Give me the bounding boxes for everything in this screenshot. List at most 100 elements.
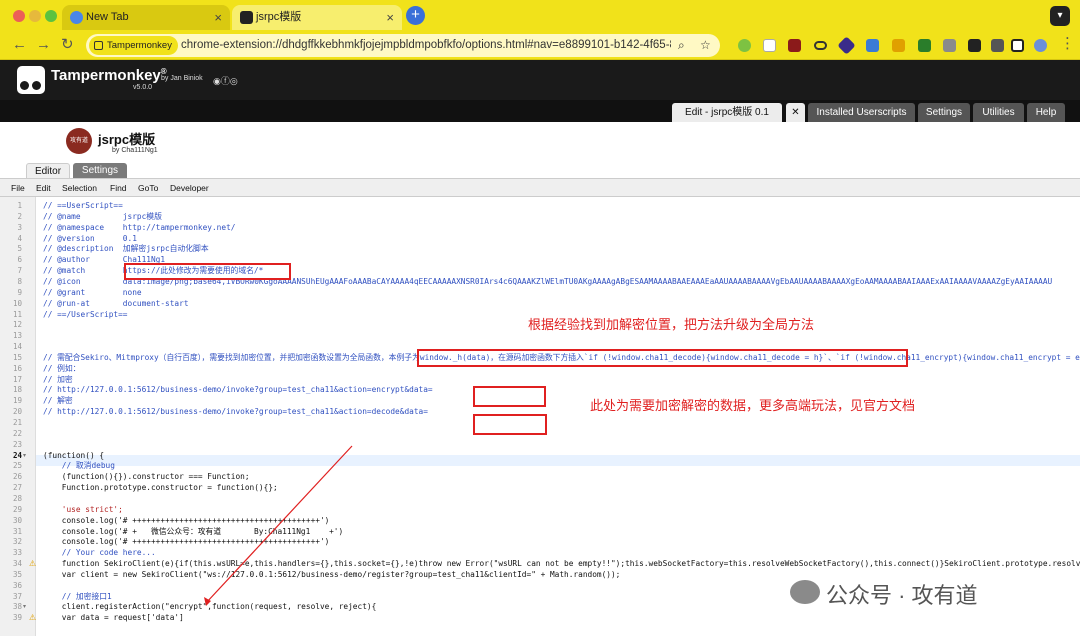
extension-icon-7[interactable] bbox=[892, 39, 905, 52]
code-line[interactable]: // http://127.0.0.1:5612/business-demo/i… bbox=[43, 384, 1080, 395]
link-icon[interactable] bbox=[814, 41, 827, 50]
minimize-window-button[interactable] bbox=[29, 10, 41, 22]
kebab-menu-icon[interactable]: ⋮ bbox=[1060, 35, 1075, 53]
line-number: 12 bbox=[12, 320, 22, 330]
line-number: 6 bbox=[17, 255, 22, 265]
forward-icon[interactable]: → bbox=[36, 36, 51, 54]
address-bar[interactable]: Tampermonkey chrome-extension://dhdgffkk… bbox=[86, 34, 720, 57]
script-icon: 攻有道 bbox=[66, 128, 92, 154]
line-number: 17 bbox=[12, 374, 22, 384]
line-number: 34 bbox=[12, 559, 22, 569]
line-number: 16 bbox=[12, 363, 22, 373]
profile-avatar[interactable] bbox=[1034, 39, 1047, 52]
line-number: 7 bbox=[17, 266, 22, 276]
code-line[interactable]: Function.prototype.constructor = functio… bbox=[43, 482, 1080, 493]
tab-installed-userscripts[interactable]: Installed Userscripts bbox=[808, 103, 915, 122]
code-line[interactable]: var data = request['data'] bbox=[43, 612, 1080, 623]
code-line[interactable]: console.log('# + 微信公众号：攻有道 By:Cha111Ng1 … bbox=[43, 526, 1080, 537]
code-line[interactable]: // @version 0.1 bbox=[43, 233, 1080, 244]
warning-icon[interactable]: ⚠ bbox=[29, 559, 36, 568]
line-number: 21 bbox=[12, 418, 22, 427]
code-line[interactable]: // Your code here... bbox=[43, 547, 1080, 558]
tab-label: jsrpc模版 bbox=[256, 11, 302, 23]
editor-sub-tabs: Editor Settings bbox=[0, 162, 1080, 178]
line-number: 24 bbox=[12, 450, 22, 460]
fold-toggle-icon[interactable]: ▾ bbox=[23, 452, 26, 459]
highlight-box-match bbox=[124, 263, 291, 280]
tab-script-settings[interactable]: Settings bbox=[73, 163, 127, 178]
line-number: 5 bbox=[17, 244, 22, 254]
line-number: 35 bbox=[12, 569, 22, 579]
tab-jsrpc[interactable]: jsrpc模版 × bbox=[232, 5, 402, 30]
line-number: 37 bbox=[12, 591, 22, 601]
code-line[interactable]: // 加密 bbox=[43, 374, 1080, 385]
line-number: 25 bbox=[12, 461, 22, 471]
back-icon[interactable]: ← bbox=[12, 36, 27, 54]
menu-edit[interactable]: Edit bbox=[36, 179, 51, 197]
watermark-text: 公众号 · 攻有道 bbox=[826, 583, 978, 608]
close-edit-tab-icon[interactable]: ✕ bbox=[786, 103, 805, 122]
tab-search-icon[interactable]: ▾ bbox=[1050, 6, 1070, 26]
extension-icon-5[interactable] bbox=[837, 36, 856, 55]
wechat-icon bbox=[790, 580, 820, 604]
line-number: 11 bbox=[12, 309, 22, 319]
code-line[interactable]: // 解密 bbox=[43, 395, 1080, 406]
extension-icon-1[interactable] bbox=[738, 39, 751, 52]
close-tab-icon[interactable]: × bbox=[386, 5, 394, 30]
line-number: 15 bbox=[12, 352, 22, 362]
sidepanel-icon[interactable] bbox=[1011, 39, 1024, 52]
extension-icon-6[interactable] bbox=[866, 39, 879, 52]
menu-selection[interactable]: Selection bbox=[62, 179, 97, 197]
maximize-window-button[interactable] bbox=[45, 10, 57, 22]
tab-new-tab[interactable]: New Tab × bbox=[62, 5, 230, 30]
url-text[interactable]: chrome-extension://dhdgffkkebhmkfjojejmp… bbox=[181, 34, 671, 57]
tm-nav-tabs: Edit - jsrpc模版 0.1 ✕ Installed Userscrip… bbox=[0, 100, 1080, 122]
code-line[interactable]: console.log('# +++++++++++++++++++++++++… bbox=[43, 536, 1080, 547]
social-icons[interactable]: ◉ⓕ◎ bbox=[213, 74, 238, 87]
tab-help[interactable]: Help bbox=[1027, 103, 1065, 122]
tab-utilities[interactable]: Utilities bbox=[973, 103, 1024, 122]
close-tab-icon[interactable]: × bbox=[214, 5, 222, 30]
warning-icon[interactable]: ⚠ bbox=[29, 613, 36, 622]
new-tab-button[interactable]: + bbox=[406, 6, 425, 25]
extension-icon-2[interactable] bbox=[763, 39, 776, 52]
tab-edit-script[interactable]: Edit - jsrpc模版 0.1 bbox=[672, 103, 782, 122]
code-line[interactable]: // @namespace http://tampermonkey.net/ bbox=[43, 222, 1080, 233]
code-line[interactable]: // http://127.0.0.1:5612/business-demo/i… bbox=[43, 406, 1080, 417]
app-name: Tampermonkey® bbox=[51, 67, 167, 84]
tampermonkey-ext-icon[interactable] bbox=[968, 39, 981, 52]
reload-icon[interactable]: ↻ bbox=[61, 36, 74, 54]
close-window-button[interactable] bbox=[13, 10, 25, 22]
zoom-icon[interactable]: ⌕ bbox=[678, 38, 685, 53]
code-line[interactable]: // 取消debug bbox=[43, 460, 1080, 471]
extension-icon-8[interactable] bbox=[918, 39, 931, 52]
code-line[interactable]: function SekiroClient(e){if(this.wsURL=e… bbox=[43, 558, 1080, 569]
code-line[interactable]: // @description 加解密jsrpc自动化脚本 bbox=[43, 243, 1080, 254]
extension-icon-3[interactable] bbox=[788, 39, 801, 52]
tab-editor[interactable]: Editor bbox=[26, 163, 70, 178]
line-number: 23 bbox=[12, 439, 22, 449]
line-number: 20 bbox=[12, 407, 22, 417]
code-line[interactable]: // @name jsrpc模版 bbox=[43, 211, 1080, 222]
menu-file[interactable]: File bbox=[11, 179, 25, 197]
site-chip[interactable]: Tampermonkey bbox=[89, 36, 178, 55]
menu-developer[interactable]: Developer bbox=[170, 179, 209, 197]
menu-find[interactable]: Find bbox=[110, 179, 127, 197]
tab-settings[interactable]: Settings bbox=[918, 103, 970, 122]
code-line[interactable]: console.log('# +++++++++++++++++++++++++… bbox=[43, 515, 1080, 526]
bookmark-star-icon[interactable]: ☆ bbox=[700, 38, 711, 52]
code-line[interactable]: // @grant none bbox=[43, 287, 1080, 298]
code-line[interactable]: // @run-at document-start bbox=[43, 298, 1080, 309]
menu-goto[interactable]: GoTo bbox=[138, 179, 158, 197]
extension-icon-9[interactable] bbox=[943, 39, 956, 52]
line-number: 4 bbox=[17, 233, 22, 243]
fold-toggle-icon[interactable]: ▾ bbox=[23, 603, 26, 610]
code-line[interactable]: // ==UserScript== bbox=[43, 200, 1080, 211]
annotation-note-2: 此处为需要加密解密的数据，更多高端玩法，见官方文档 bbox=[590, 398, 916, 413]
code-line[interactable]: (function() { bbox=[43, 450, 1080, 461]
code-line[interactable]: 'use strict'; bbox=[43, 504, 1080, 515]
tampermonkey-logo bbox=[17, 66, 45, 94]
puzzle-icon[interactable] bbox=[991, 39, 1004, 52]
tampermonkey-header: Tampermonkey® by Jan Biniok v5.0.0 ◉ⓕ◎ bbox=[0, 60, 1080, 100]
code-line[interactable]: (function(){}).constructor === Function; bbox=[43, 471, 1080, 482]
